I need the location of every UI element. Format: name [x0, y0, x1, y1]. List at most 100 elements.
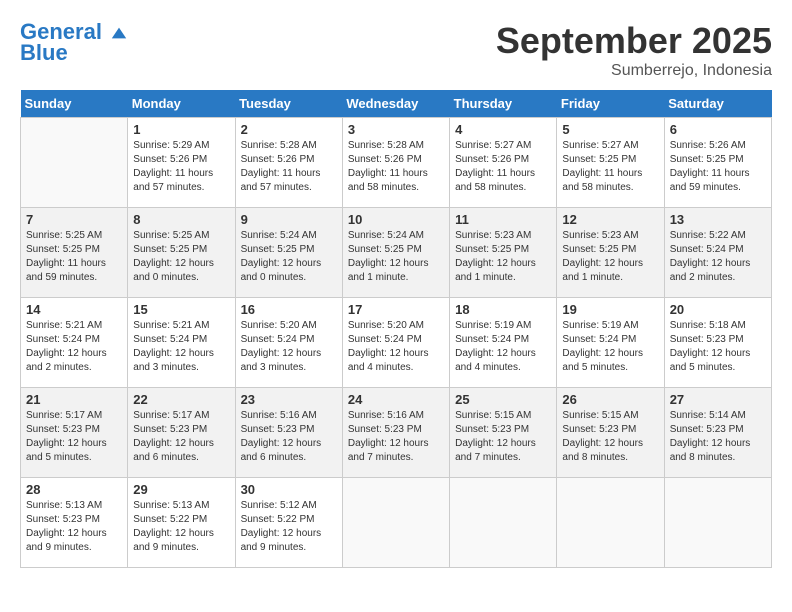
cell-info: Sunrise: 5:20 AM Sunset: 5:24 PM Dayligh… [348, 319, 444, 375]
calendar-cell: 2 Sunrise: 5:28 AM Sunset: 5:26 PM Daylig… [235, 118, 342, 208]
cell-info: Sunrise: 5:16 AM Sunset: 5:23 PM Dayligh… [241, 409, 337, 465]
cell-info: Sunrise: 5:15 AM Sunset: 5:23 PM Dayligh… [455, 409, 551, 465]
weekday-header-friday: Friday [557, 90, 664, 118]
weekday-header-sunday: Sunday [21, 90, 128, 118]
cell-info: Sunrise: 5:25 AM Sunset: 5:25 PM Dayligh… [133, 229, 229, 285]
calendar-table: SundayMondayTuesdayWednesdayThursdayFrid… [20, 90, 772, 568]
day-number: 23 [241, 392, 337, 407]
day-number: 21 [26, 392, 122, 407]
day-number: 30 [241, 482, 337, 497]
calendar-cell: 30 Sunrise: 5:12 AM Sunset: 5:22 PM Dayli… [235, 478, 342, 568]
day-number: 2 [241, 122, 337, 137]
day-number: 1 [133, 122, 229, 137]
month-title: September 2025 [496, 20, 772, 62]
cell-info: Sunrise: 5:27 AM Sunset: 5:25 PM Dayligh… [562, 139, 658, 195]
day-number: 6 [670, 122, 766, 137]
page-header: General Blue September 2025 Sumberrejo, … [20, 20, 772, 80]
calendar-cell: 23 Sunrise: 5:16 AM Sunset: 5:23 PM Dayli… [235, 388, 342, 478]
day-number: 11 [455, 212, 551, 227]
day-number: 20 [670, 302, 766, 317]
cell-info: Sunrise: 5:28 AM Sunset: 5:26 PM Dayligh… [241, 139, 337, 195]
calendar-cell: 9 Sunrise: 5:24 AM Sunset: 5:25 PM Daylig… [235, 208, 342, 298]
cell-info: Sunrise: 5:27 AM Sunset: 5:26 PM Dayligh… [455, 139, 551, 195]
weekday-header-wednesday: Wednesday [342, 90, 449, 118]
cell-info: Sunrise: 5:22 AM Sunset: 5:24 PM Dayligh… [670, 229, 766, 285]
calendar-cell: 24 Sunrise: 5:16 AM Sunset: 5:23 PM Dayli… [342, 388, 449, 478]
day-number: 16 [241, 302, 337, 317]
calendar-week-row: 28Sunrise: 5:13 AM Sunset: 5:23 PM Dayli… [21, 478, 772, 568]
calendar-cell: 12Sunrise: 5:23 AM Sunset: 5:25 PM Dayli… [557, 208, 664, 298]
cell-info: Sunrise: 5:21 AM Sunset: 5:24 PM Dayligh… [133, 319, 229, 375]
calendar-cell: 25 Sunrise: 5:15 AM Sunset: 5:23 PM Dayli… [450, 388, 557, 478]
cell-info: Sunrise: 5:13 AM Sunset: 5:22 PM Dayligh… [133, 499, 229, 555]
day-number: 22 [133, 392, 229, 407]
calendar-cell: 17 Sunrise: 5:20 AM Sunset: 5:24 PM Dayli… [342, 298, 449, 388]
calendar-cell: 26Sunrise: 5:15 AM Sunset: 5:23 PM Dayli… [557, 388, 664, 478]
weekday-header-monday: Monday [128, 90, 235, 118]
calendar-cell: 7 Sunrise: 5:25 AM Sunset: 5:25 PM Daylig… [21, 208, 128, 298]
day-number: 14 [26, 302, 122, 317]
calendar-cell: 8 Sunrise: 5:25 AM Sunset: 5:25 PM Daylig… [128, 208, 235, 298]
calendar-cell [21, 118, 128, 208]
cell-info: Sunrise: 5:23 AM Sunset: 5:25 PM Dayligh… [455, 229, 551, 285]
day-number: 5 [562, 122, 658, 137]
day-number: 8 [133, 212, 229, 227]
calendar-cell [342, 478, 449, 568]
calendar-cell: 11 Sunrise: 5:23 AM Sunset: 5:25 PM Dayli… [450, 208, 557, 298]
calendar-cell [664, 478, 771, 568]
calendar-cell: 21 Sunrise: 5:17 AM Sunset: 5:23 PM Dayli… [21, 388, 128, 478]
cell-info: Sunrise: 5:23 AM Sunset: 5:25 PM Dayligh… [562, 229, 658, 285]
day-number: 9 [241, 212, 337, 227]
cell-info: Sunrise: 5:18 AM Sunset: 5:23 PM Dayligh… [670, 319, 766, 375]
cell-info: Sunrise: 5:19 AM Sunset: 5:24 PM Dayligh… [455, 319, 551, 375]
day-number: 15 [133, 302, 229, 317]
calendar-cell: 3Sunrise: 5:28 AM Sunset: 5:26 PM Daylig… [342, 118, 449, 208]
title-section: September 2025 Sumberrejo, Indonesia [496, 20, 772, 80]
calendar-week-row: 1 Sunrise: 5:29 AM Sunset: 5:26 PM Daylig… [21, 118, 772, 208]
calendar-week-row: 14 Sunrise: 5:21 AM Sunset: 5:24 PM Dayli… [21, 298, 772, 388]
calendar-cell: 28Sunrise: 5:13 AM Sunset: 5:23 PM Dayli… [21, 478, 128, 568]
calendar-cell: 14 Sunrise: 5:21 AM Sunset: 5:24 PM Dayli… [21, 298, 128, 388]
calendar-week-row: 7 Sunrise: 5:25 AM Sunset: 5:25 PM Daylig… [21, 208, 772, 298]
day-number: 18 [455, 302, 551, 317]
weekday-header-saturday: Saturday [664, 90, 771, 118]
cell-info: Sunrise: 5:12 AM Sunset: 5:22 PM Dayligh… [241, 499, 337, 555]
day-number: 3 [348, 122, 444, 137]
calendar-cell: 13 Sunrise: 5:22 AM Sunset: 5:24 PM Dayli… [664, 208, 771, 298]
calendar-cell: 16 Sunrise: 5:20 AM Sunset: 5:24 PM Dayli… [235, 298, 342, 388]
cell-info: Sunrise: 5:15 AM Sunset: 5:23 PM Dayligh… [562, 409, 658, 465]
weekday-header-row: SundayMondayTuesdayWednesdayThursdayFrid… [21, 90, 772, 118]
cell-info: Sunrise: 5:25 AM Sunset: 5:25 PM Dayligh… [26, 229, 122, 285]
day-number: 24 [348, 392, 444, 407]
calendar-cell: 6 Sunrise: 5:26 AM Sunset: 5:25 PM Daylig… [664, 118, 771, 208]
day-number: 27 [670, 392, 766, 407]
day-number: 10 [348, 212, 444, 227]
calendar-cell: 18 Sunrise: 5:19 AM Sunset: 5:24 PM Dayli… [450, 298, 557, 388]
day-number: 29 [133, 482, 229, 497]
cell-info: Sunrise: 5:16 AM Sunset: 5:23 PM Dayligh… [348, 409, 444, 465]
cell-info: Sunrise: 5:24 AM Sunset: 5:25 PM Dayligh… [241, 229, 337, 285]
cell-info: Sunrise: 5:29 AM Sunset: 5:26 PM Dayligh… [133, 139, 229, 195]
cell-info: Sunrise: 5:20 AM Sunset: 5:24 PM Dayligh… [241, 319, 337, 375]
day-number: 4 [455, 122, 551, 137]
logo: General Blue [20, 20, 128, 66]
cell-info: Sunrise: 5:26 AM Sunset: 5:25 PM Dayligh… [670, 139, 766, 195]
day-number: 13 [670, 212, 766, 227]
cell-info: Sunrise: 5:17 AM Sunset: 5:23 PM Dayligh… [133, 409, 229, 465]
cell-info: Sunrise: 5:24 AM Sunset: 5:25 PM Dayligh… [348, 229, 444, 285]
cell-info: Sunrise: 5:17 AM Sunset: 5:23 PM Dayligh… [26, 409, 122, 465]
weekday-header-tuesday: Tuesday [235, 90, 342, 118]
calendar-cell: 4 Sunrise: 5:27 AM Sunset: 5:26 PM Daylig… [450, 118, 557, 208]
calendar-cell [450, 478, 557, 568]
day-number: 17 [348, 302, 444, 317]
day-number: 19 [562, 302, 658, 317]
day-number: 7 [26, 212, 122, 227]
cell-info: Sunrise: 5:13 AM Sunset: 5:23 PM Dayligh… [26, 499, 122, 555]
calendar-cell [557, 478, 664, 568]
calendar-cell: 1 Sunrise: 5:29 AM Sunset: 5:26 PM Daylig… [128, 118, 235, 208]
weekday-header-thursday: Thursday [450, 90, 557, 118]
day-number: 25 [455, 392, 551, 407]
cell-info: Sunrise: 5:21 AM Sunset: 5:24 PM Dayligh… [26, 319, 122, 375]
location-subtitle: Sumberrejo, Indonesia [496, 62, 772, 80]
calendar-week-row: 21 Sunrise: 5:17 AM Sunset: 5:23 PM Dayli… [21, 388, 772, 478]
